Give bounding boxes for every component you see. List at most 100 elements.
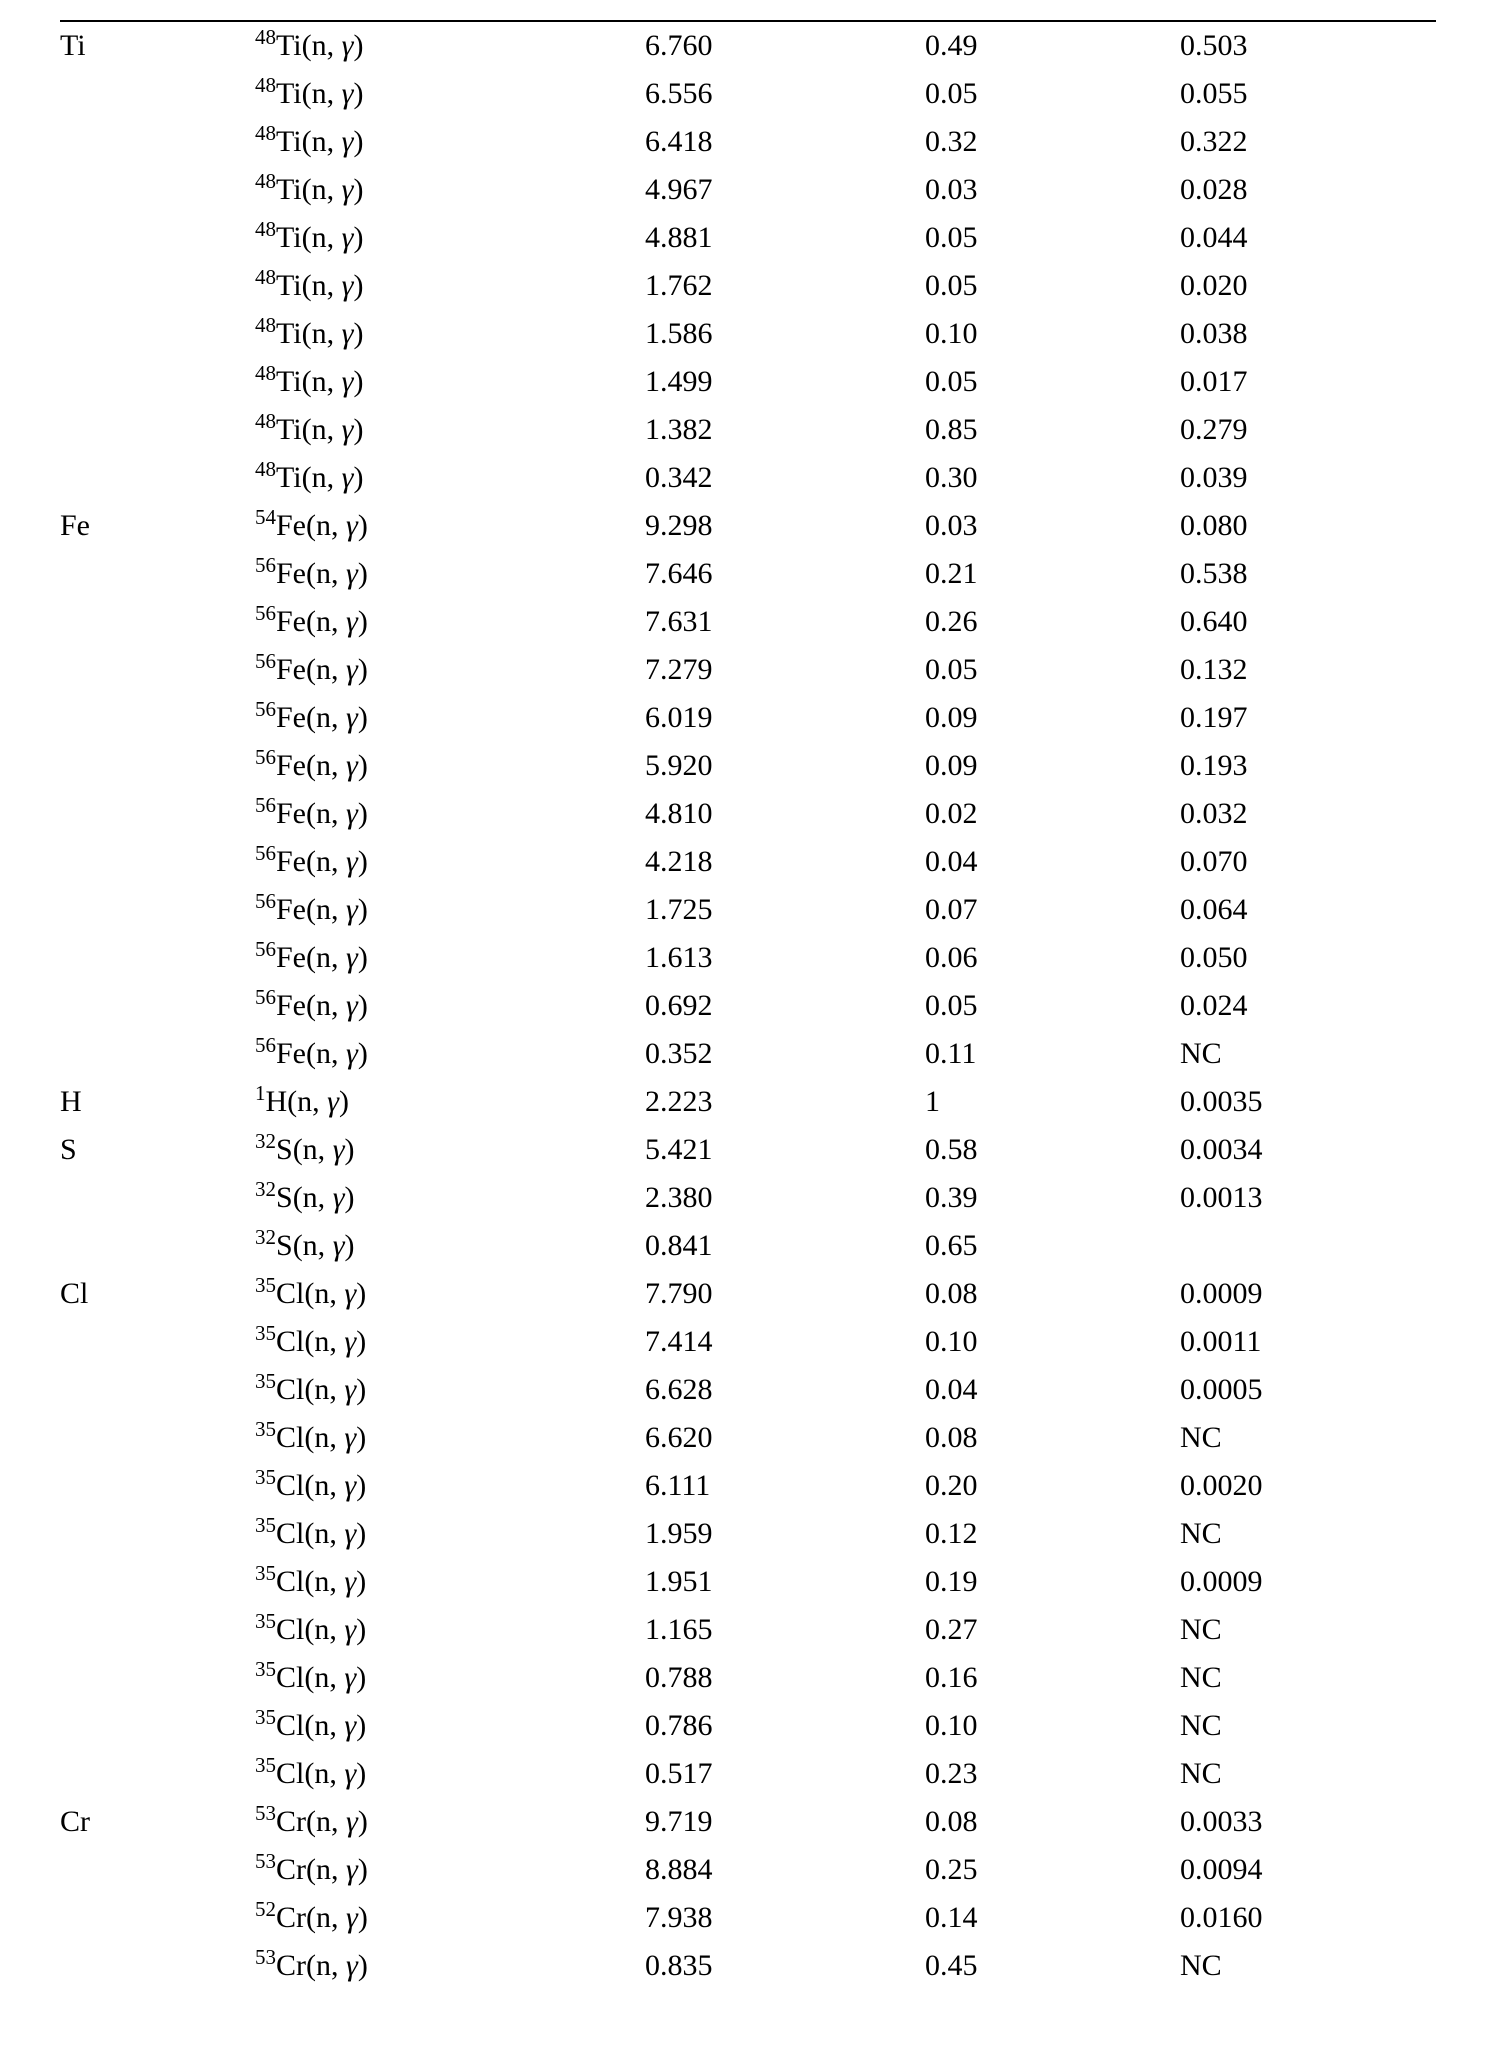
value1-cell: 0.03 (925, 166, 1180, 214)
reaction-notation: (n, (287, 1085, 327, 1118)
mass-number: 35 (255, 1513, 276, 1537)
reaction-cell: 48Ti(n, γ) (255, 310, 645, 358)
table-row: 35Cl(n, γ)7.4140.100.0011 (60, 1318, 1436, 1366)
energy-cell: 8.884 (645, 1846, 925, 1894)
reaction-cell: 48Ti(n, γ) (255, 214, 645, 262)
reaction-cell: 56Fe(n, γ) (255, 886, 645, 934)
gamma-symbol: γ (346, 941, 358, 974)
value2-cell: NC (1180, 1942, 1436, 1990)
table-row: 32S(n, γ)2.3800.390.0013 (60, 1174, 1436, 1222)
table-row: 35Cl(n, γ)6.6280.040.0005 (60, 1366, 1436, 1414)
reaction-notation-close: ) (358, 605, 368, 638)
isotope-symbol: Fe (276, 941, 306, 974)
reaction-notation-close: ) (345, 1133, 355, 1166)
value2-cell: 0.080 (1180, 502, 1436, 550)
value2-cell: NC (1180, 1702, 1436, 1750)
reaction-cell: 48Ti(n, γ) (255, 22, 645, 70)
value2-cell: 0.0033 (1180, 1798, 1436, 1846)
mass-number: 1 (255, 1081, 266, 1105)
reaction-notation-close: ) (358, 941, 368, 974)
gamma-symbol: γ (346, 509, 358, 542)
gamma-symbol: γ (344, 1277, 356, 1310)
isotope-symbol: Cr (276, 1853, 306, 1886)
energy-cell: 2.380 (645, 1174, 925, 1222)
gamma-symbol: γ (342, 317, 354, 350)
reaction-cell: 56Fe(n, γ) (255, 598, 645, 646)
element-cell (60, 406, 255, 454)
value2-cell: 0.0009 (1180, 1558, 1436, 1606)
gamma-symbol: γ (333, 1133, 345, 1166)
mass-number: 35 (255, 1273, 276, 1297)
reaction-cell: 35Cl(n, γ) (255, 1558, 645, 1606)
reaction-notation: (n, (304, 1469, 344, 1502)
value2-cell: 0.640 (1180, 598, 1436, 646)
reaction-cell: 35Cl(n, γ) (255, 1606, 645, 1654)
reaction-notation: (n, (302, 125, 342, 158)
mass-number: 32 (255, 1225, 276, 1249)
value2-cell: 0.322 (1180, 118, 1436, 166)
reaction-notation: (n, (293, 1133, 333, 1166)
table-row: Ti48Ti(n, γ)6.7600.490.503 (60, 22, 1436, 70)
reaction-notation: (n, (306, 653, 346, 686)
isotope-symbol: Cl (276, 1661, 304, 1694)
energy-cell: 1.959 (645, 1510, 925, 1558)
reaction-cell: 48Ti(n, γ) (255, 70, 645, 118)
reaction-notation-close: ) (345, 1181, 355, 1214)
value1-cell: 0.49 (925, 22, 1180, 70)
table-row: 56Fe(n, γ)1.7250.070.064 (60, 886, 1436, 934)
mass-number: 56 (255, 1033, 276, 1057)
mass-number: 35 (255, 1561, 276, 1585)
value2-cell: 0.020 (1180, 262, 1436, 310)
gamma-symbol: γ (344, 1421, 356, 1454)
isotope-symbol: Fe (276, 749, 306, 782)
value1-cell: 0.07 (925, 886, 1180, 934)
table-row: H1H(n, γ)2.22310.0035 (60, 1078, 1436, 1126)
value2-cell: 0.0094 (1180, 1846, 1436, 1894)
gamma-symbol: γ (333, 1229, 345, 1262)
gamma-symbol: γ (342, 269, 354, 302)
element-cell (60, 742, 255, 790)
isotope-symbol: Ti (276, 365, 302, 398)
mass-number: 32 (255, 1129, 276, 1153)
element-cell (60, 934, 255, 982)
reaction-cell: 35Cl(n, γ) (255, 1366, 645, 1414)
reaction-notation: (n, (302, 29, 342, 62)
value1-cell: 0.20 (925, 1462, 1180, 1510)
energy-cell: 7.646 (645, 550, 925, 598)
table-row: 56Fe(n, γ)4.8100.020.032 (60, 790, 1436, 838)
table-row: 48Ti(n, γ)0.3420.300.039 (60, 454, 1436, 502)
element-cell (60, 1318, 255, 1366)
reaction-cell: 48Ti(n, γ) (255, 118, 645, 166)
gamma-symbol: γ (327, 1085, 339, 1118)
isotope-symbol: Fe (276, 893, 306, 926)
table-row: 56Fe(n, γ)5.9200.090.193 (60, 742, 1436, 790)
gamma-symbol: γ (342, 221, 354, 254)
energy-cell: 0.517 (645, 1750, 925, 1798)
energy-cell: 6.760 (645, 22, 925, 70)
table-row: 56Fe(n, γ)6.0190.090.197 (60, 694, 1436, 742)
element-cell (60, 982, 255, 1030)
value1-cell: 1 (925, 1078, 1180, 1126)
value2-cell: 0.039 (1180, 454, 1436, 502)
value1-cell: 0.04 (925, 1366, 1180, 1414)
reaction-cell: 35Cl(n, γ) (255, 1414, 645, 1462)
element-cell (60, 262, 255, 310)
reaction-notation: (n, (306, 1949, 346, 1982)
element-cell (60, 1510, 255, 1558)
energy-cell: 2.223 (645, 1078, 925, 1126)
isotope-symbol: Ti (276, 125, 302, 158)
value1-cell: 0.45 (925, 1942, 1180, 1990)
table-row: 48Ti(n, γ)1.7620.050.020 (60, 262, 1436, 310)
value1-cell: 0.05 (925, 982, 1180, 1030)
mass-number: 56 (255, 841, 276, 865)
gamma-symbol: γ (344, 1469, 356, 1502)
reaction-notation-close: ) (356, 1517, 366, 1550)
mass-number: 56 (255, 553, 276, 577)
reaction-notation-close: ) (358, 1853, 368, 1886)
element-cell: Fe (60, 502, 255, 550)
mass-number: 48 (255, 217, 276, 241)
value2-cell: NC (1180, 1606, 1436, 1654)
table-row: 56Fe(n, γ)7.6460.210.538 (60, 550, 1436, 598)
reaction-cell: 56Fe(n, γ) (255, 838, 645, 886)
table-row: S32S(n, γ)5.4210.580.0034 (60, 1126, 1436, 1174)
